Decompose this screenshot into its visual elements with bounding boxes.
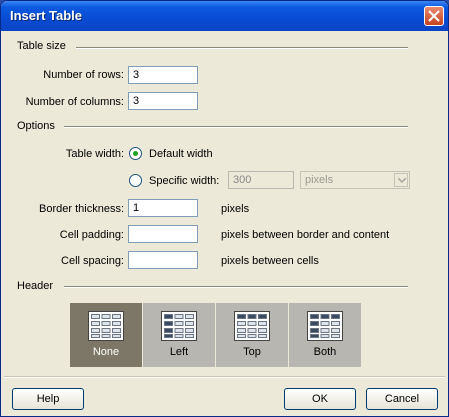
border-thickness-label: Border thickness: — [39, 203, 124, 215]
cell-spacing-label: Cell spacing: — [61, 255, 124, 267]
header-both-label: Both — [313, 346, 337, 358]
title-bar[interactable]: Insert Table — [1, 1, 448, 31]
specific-width-label: Specific width: — [149, 175, 220, 187]
options-divider — [64, 126, 408, 128]
header-top-button[interactable]: Top — [216, 303, 288, 367]
specific-width-input[interactable] — [228, 171, 294, 189]
default-width-label: Default width — [149, 148, 213, 160]
header-both-button[interactable]: Both — [289, 303, 361, 367]
header-both-icon — [307, 311, 343, 341]
header-none-icon — [88, 311, 124, 341]
default-width-radio[interactable] — [129, 147, 142, 160]
cell-padding-input[interactable] — [128, 225, 198, 243]
table-size-heading: Table size — [17, 40, 66, 52]
columns-label: Number of columns: — [25, 96, 124, 108]
cell-spacing-input[interactable] — [128, 251, 198, 269]
help-button[interactable]: Help — [12, 388, 84, 410]
header-top-label: Top — [243, 346, 261, 358]
header-heading: Header — [17, 280, 54, 292]
header-left-button[interactable]: Left — [143, 303, 215, 367]
width-unit-select[interactable]: pixels — [300, 171, 410, 189]
header-none-button[interactable]: None — [70, 303, 142, 367]
insert-table-dialog: Insert Table Table size Number of rows: … — [0, 0, 449, 417]
cell-spacing-hint: pixels between cells — [221, 255, 319, 267]
dialog-body: Table size Number of rows: Number of col… — [4, 31, 445, 415]
dropdown-arrow — [394, 173, 408, 187]
header-left-icon — [161, 311, 197, 341]
ok-button[interactable]: OK — [284, 388, 356, 410]
table-size-divider — [76, 47, 408, 49]
header-none-label: None — [92, 346, 120, 358]
window-title: Insert Table — [10, 8, 83, 23]
border-unit-label: pixels — [221, 203, 250, 215]
rows-input[interactable] — [128, 66, 198, 84]
table-width-label: Table width: — [65, 148, 124, 160]
specific-width-radio[interactable] — [129, 174, 142, 187]
header-top-icon — [234, 311, 270, 341]
cancel-button[interactable]: Cancel — [366, 388, 438, 410]
width-unit-value: pixels — [305, 174, 334, 186]
header-left-label: Left — [169, 346, 189, 358]
close-button[interactable] — [424, 6, 444, 26]
chevron-down-icon — [398, 178, 406, 183]
columns-input[interactable] — [128, 92, 198, 110]
header-divider — [64, 286, 408, 288]
cell-padding-hint: pixels between border and content — [221, 229, 390, 241]
close-icon — [428, 10, 440, 22]
footer-divider — [4, 376, 445, 378]
border-thickness-input[interactable] — [128, 199, 198, 217]
options-heading: Options — [17, 120, 55, 132]
rows-label: Number of rows: — [43, 69, 124, 81]
cell-padding-label: Cell padding: — [59, 229, 124, 241]
